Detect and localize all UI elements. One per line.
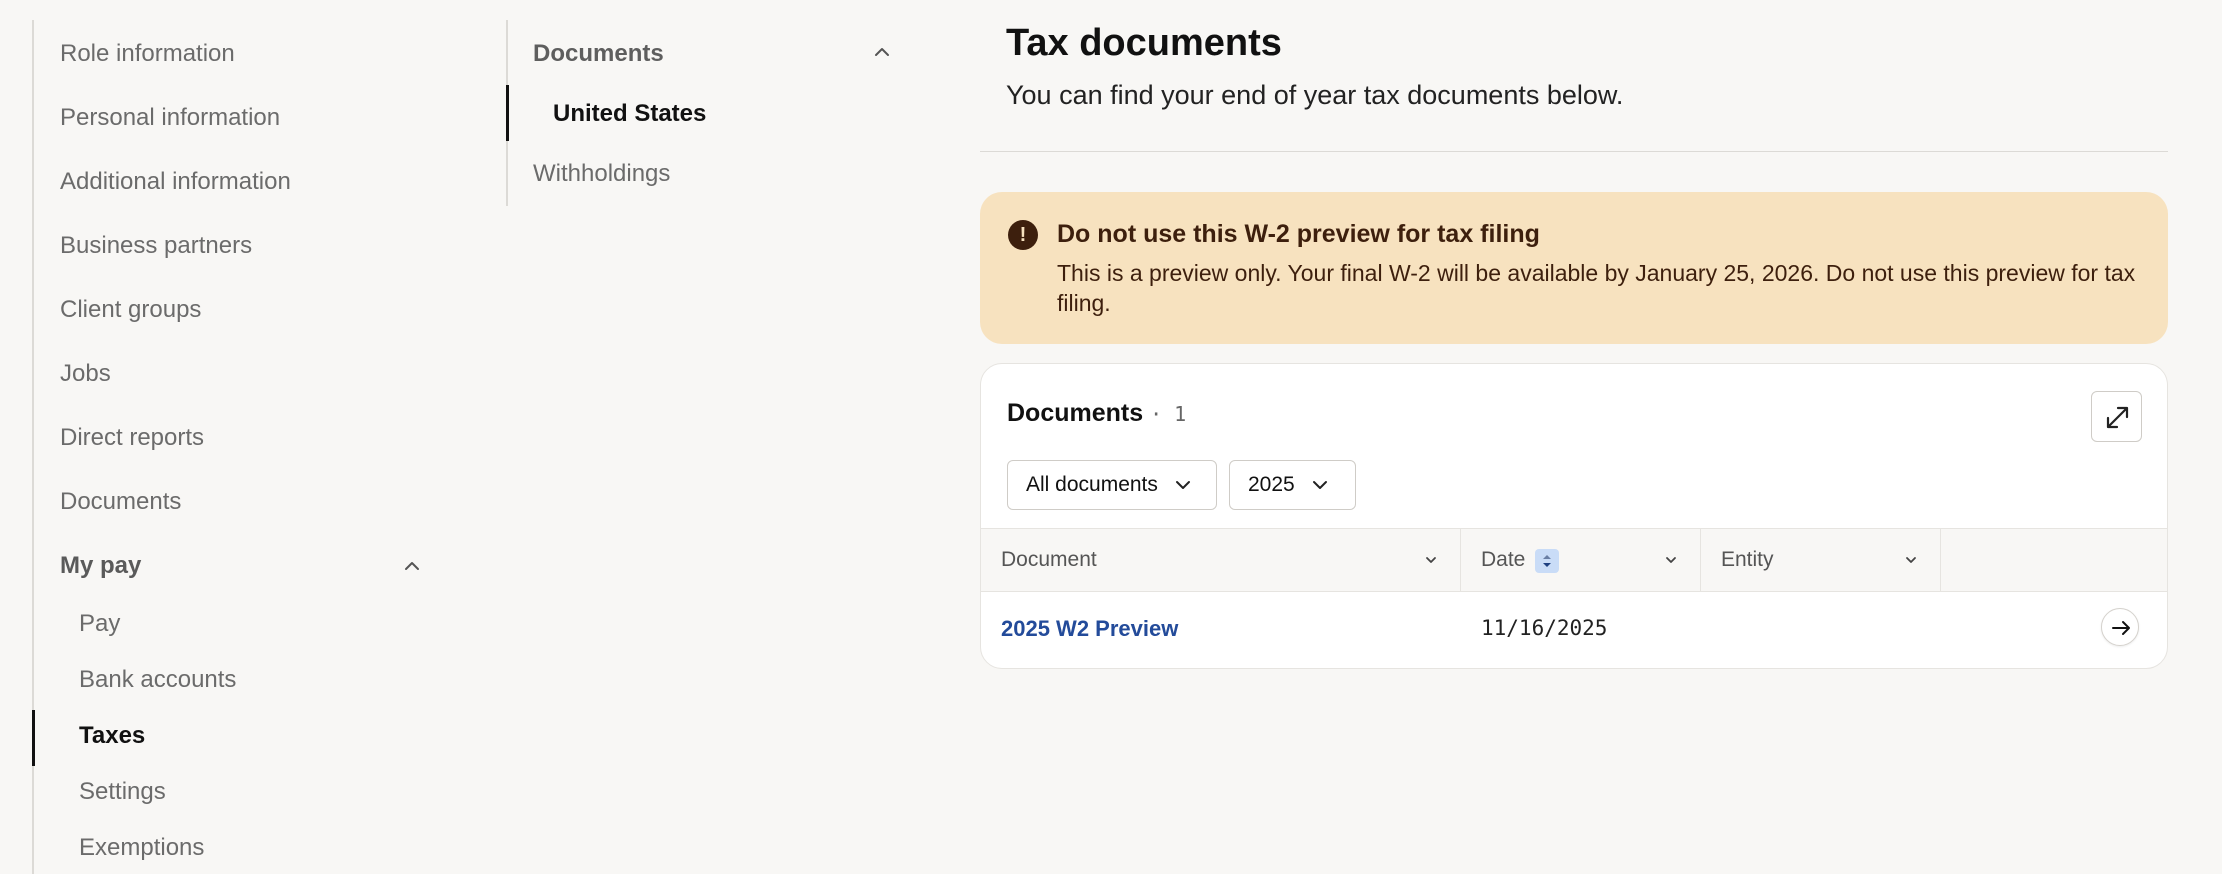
- chevron-up-icon[interactable]: [402, 556, 422, 576]
- table-header: Document Date Entity: [981, 528, 2167, 592]
- table-row[interactable]: 2025 W2 Preview 11/16/2025: [981, 592, 2167, 668]
- nav-item-personal-information[interactable]: Personal information: [60, 104, 280, 132]
- nav-item-jobs[interactable]: Jobs: [60, 360, 111, 388]
- alert-icon: !: [1008, 220, 1038, 250]
- card-title: Documents · 1: [1007, 399, 1186, 428]
- page: Role information Personal information Ad…: [0, 0, 2222, 874]
- banner-title: Do not use this W-2 preview for tax fili…: [1057, 220, 1540, 248]
- nav-item-documents[interactable]: Documents: [60, 488, 181, 516]
- card-title-text: Documents: [1007, 399, 1144, 427]
- active-indicator: [506, 85, 509, 141]
- chevron-up-icon[interactable]: [872, 42, 892, 62]
- nav-item-bank-accounts[interactable]: Bank accounts: [79, 666, 236, 694]
- document-date: 11/16/2025: [1481, 616, 1608, 640]
- nav-item-pay[interactable]: Pay: [79, 610, 120, 638]
- document-type-filter-label: All documents: [1026, 473, 1158, 496]
- nav-item-business-partners[interactable]: Business partners: [60, 232, 252, 260]
- nav-item-additional-information[interactable]: Additional information: [60, 168, 291, 196]
- column-header-entity[interactable]: Entity: [1701, 529, 1941, 591]
- banner-body: This is a preview only. Your final W-2 w…: [1057, 260, 2136, 316]
- warning-banner: ! Do not use this W-2 preview for tax fi…: [980, 192, 2168, 344]
- document-count: · 1: [1150, 402, 1187, 426]
- column-header-document[interactable]: Document: [981, 529, 1461, 591]
- arrow-right-icon: [2112, 621, 2130, 635]
- nav-item-role-information[interactable]: Role information: [60, 40, 235, 68]
- document-type-filter[interactable]: All documents: [1007, 460, 1217, 510]
- nav-item-exemptions[interactable]: Exemptions: [79, 834, 204, 862]
- active-indicator: [32, 710, 35, 766]
- page-title: Tax documents: [1006, 22, 1282, 64]
- chevron-down-icon[interactable]: [1424, 553, 1438, 567]
- column-label: Date: [1481, 548, 1526, 571]
- open-document-button[interactable]: [2101, 608, 2139, 646]
- left-sidebar: Role information Personal information Ad…: [32, 20, 436, 874]
- chevron-down-icon: [1312, 481, 1327, 490]
- section-nav: Documents United States Withholdings: [506, 20, 906, 206]
- year-filter[interactable]: 2025: [1229, 460, 1356, 510]
- expand-button[interactable]: [2091, 391, 2142, 442]
- column-header-date[interactable]: Date: [1461, 529, 1701, 591]
- section-nav-withholdings[interactable]: Withholdings: [533, 160, 670, 188]
- nav-item-direct-reports[interactable]: Direct reports: [60, 424, 204, 452]
- chevron-down-icon[interactable]: [1904, 553, 1918, 567]
- year-filter-label: 2025: [1248, 473, 1295, 496]
- nav-item-client-groups[interactable]: Client groups: [60, 296, 201, 324]
- expand-icon: [2106, 406, 2129, 429]
- documents-card: Documents · 1 All documents 2025 Documen…: [980, 363, 2168, 669]
- section-nav-documents[interactable]: Documents: [533, 40, 664, 68]
- divider: [980, 151, 2168, 152]
- column-label: Entity: [1721, 548, 1774, 571]
- document-link[interactable]: 2025 W2 Preview: [1001, 616, 1178, 642]
- nav-item-taxes[interactable]: Taxes: [79, 722, 145, 750]
- nav-group-my-pay[interactable]: My pay: [60, 552, 141, 580]
- column-label: Document: [1001, 548, 1097, 571]
- chevron-down-icon[interactable]: [1664, 553, 1678, 567]
- nav-item-settings[interactable]: Settings: [79, 778, 166, 806]
- sort-icon[interactable]: [1535, 549, 1559, 573]
- chevron-down-icon: [1175, 481, 1190, 490]
- section-nav-united-states[interactable]: United States: [553, 100, 706, 128]
- page-subtitle: You can find your end of year tax docume…: [1006, 80, 1624, 110]
